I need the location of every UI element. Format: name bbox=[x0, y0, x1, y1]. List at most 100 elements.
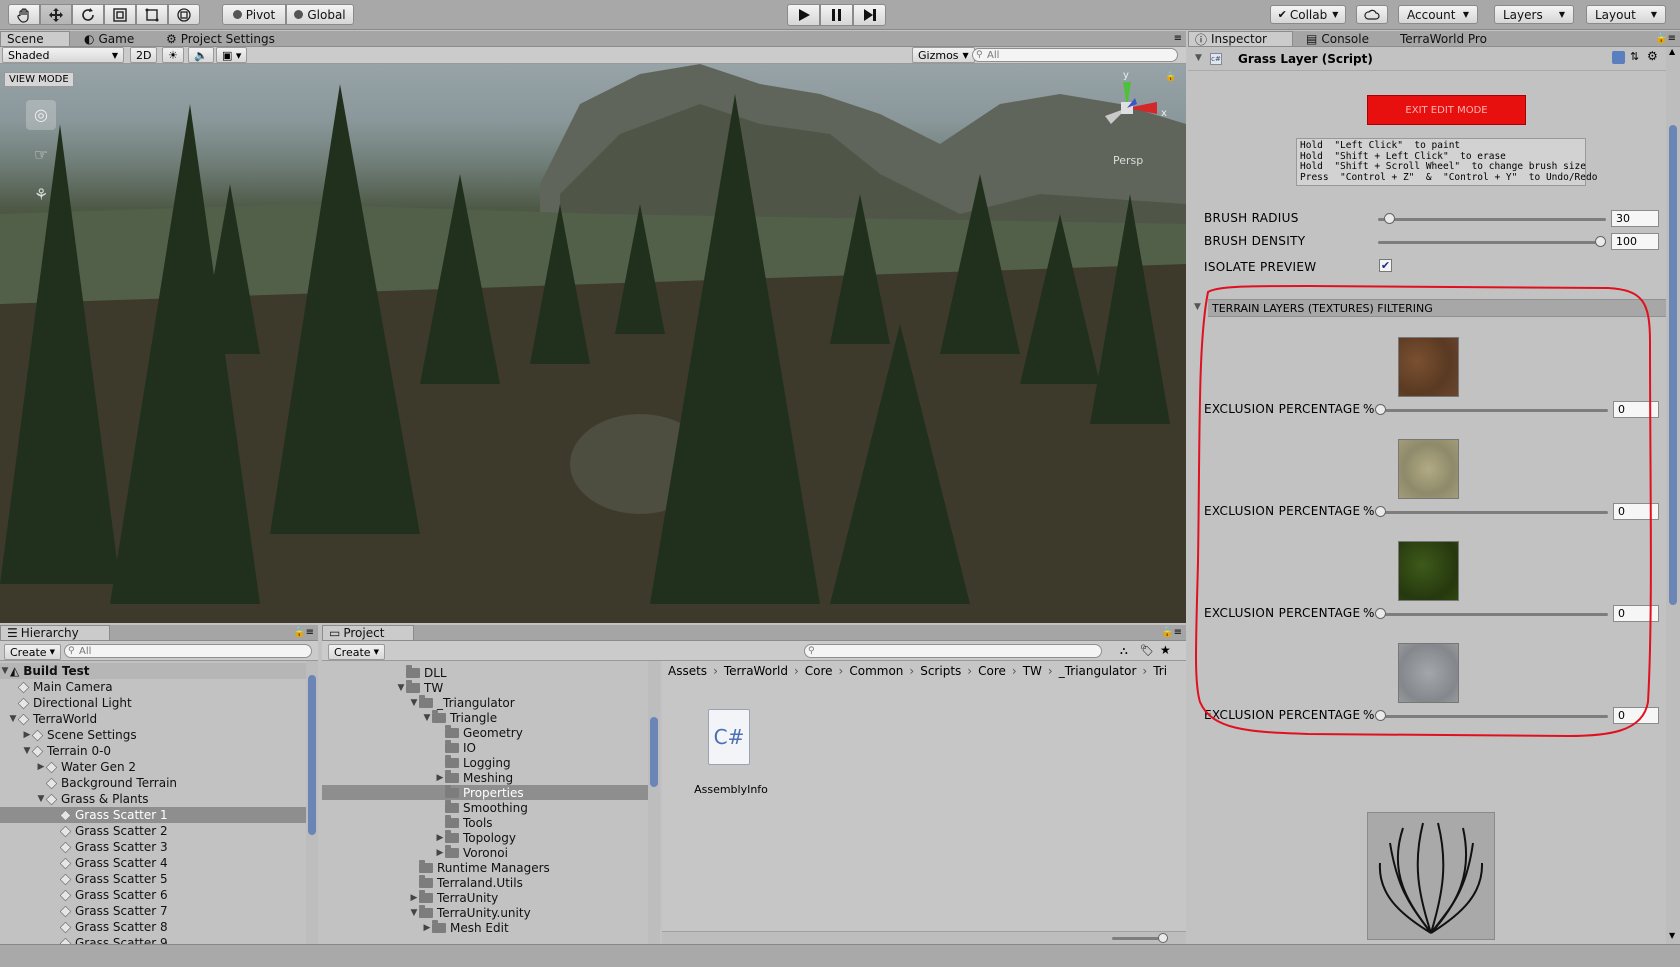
layers-dropdown[interactable]: Layers ▼ bbox=[1494, 5, 1574, 24]
tree-mode-icon[interactable]: ⚘ bbox=[26, 180, 56, 210]
brush-radius-input[interactable]: 30 bbox=[1611, 210, 1659, 227]
gizmos-dropdown[interactable]: Gizmos ▼ bbox=[912, 47, 975, 63]
asset-scrollbar[interactable] bbox=[662, 931, 1186, 944]
folder-tree-item[interactable]: ▶ TerraUnity bbox=[322, 889, 648, 905]
exclusion-slider-track[interactable] bbox=[1380, 409, 1608, 412]
folder-tree-item[interactable]: Geometry bbox=[322, 724, 648, 740]
scene-search-input[interactable]: ⚲ All bbox=[972, 48, 1178, 62]
component-header[interactable]: ▼ c# Grass Layer (Script) ⇅ ⚙ bbox=[1188, 47, 1666, 71]
tab-scene[interactable]: Scene bbox=[0, 31, 70, 46]
chevron-right-icon[interactable]: ▶ bbox=[435, 773, 445, 783]
chevron-down-icon[interactable]: ▼ bbox=[409, 908, 419, 918]
scene-root-row[interactable]: ▼ ◭ Build Test bbox=[0, 663, 306, 679]
effects-dropdown[interactable]: ▣ ▾ bbox=[216, 47, 248, 63]
asset-item[interactable]: C# AssemblyInfo bbox=[686, 709, 776, 805]
scroll-up-icon[interactable]: ▲ bbox=[1669, 47, 1675, 56]
folder-tree-item[interactable]: ▶ Meshing bbox=[322, 769, 648, 785]
hierarchy-item[interactable]: Grass Scatter 1 bbox=[0, 807, 306, 823]
scene-gizmo[interactable]: y x Persp 🔒 bbox=[1095, 68, 1176, 168]
project-create-dropdown[interactable]: Create ▼ bbox=[328, 644, 385, 660]
hierarchy-item[interactable]: Main Camera bbox=[0, 679, 306, 695]
exclusion-slider-knob[interactable] bbox=[1375, 404, 1386, 415]
hierarchy-scrollbar[interactable] bbox=[306, 661, 318, 944]
panel-menu-icon[interactable]: ≡ bbox=[1174, 33, 1182, 44]
filter-type-icon[interactable]: ⛬ bbox=[1120, 644, 1128, 658]
tab-project-settings[interactable]: ⚙ Project Settings bbox=[160, 31, 290, 46]
chevron-down-icon[interactable]: ▼ bbox=[409, 698, 419, 708]
chevron-right-icon[interactable]: ▶ bbox=[435, 848, 445, 858]
folder-tree-item[interactable]: ▶ Topology bbox=[322, 829, 648, 845]
exclusion-value-input[interactable]: 0 bbox=[1613, 605, 1659, 622]
folder-tree-item[interactable]: ▼ _Triangulator bbox=[322, 694, 648, 710]
lighting-toggle[interactable]: ☀ bbox=[162, 47, 184, 63]
breadcrumb-item[interactable]: Assets bbox=[668, 664, 707, 678]
hierarchy-item[interactable]: ▼ TerraWorld bbox=[0, 711, 306, 727]
hierarchy-item[interactable]: Grass Scatter 2 bbox=[0, 823, 306, 839]
hierarchy-item[interactable]: Grass Scatter 8 bbox=[0, 919, 306, 935]
audio-toggle[interactable]: 🔈 bbox=[188, 47, 214, 63]
project-tree-scrollbar[interactable] bbox=[648, 661, 660, 944]
breadcrumb-item[interactable]: Tri bbox=[1153, 664, 1167, 678]
folder-tree-item[interactable]: Properties bbox=[322, 784, 648, 800]
folder-tree-item[interactable]: ▼ TerraUnity.unity bbox=[322, 904, 648, 920]
tab-project[interactable]: ▭ Project bbox=[322, 625, 414, 640]
toggle-2d-button[interactable]: 2D bbox=[130, 47, 158, 63]
exclusion-value-input[interactable]: 0 bbox=[1613, 707, 1659, 724]
lock-icon[interactable]: 🔒 bbox=[1165, 72, 1176, 82]
hierarchy-item[interactable]: ▼ Terrain 0-0 bbox=[0, 743, 306, 759]
breadcrumb-item[interactable]: TerraWorld bbox=[724, 664, 788, 678]
help-book-icon[interactable] bbox=[1612, 51, 1625, 64]
pivot-toggle[interactable]: Pivot bbox=[222, 4, 286, 25]
folder-tree-item[interactable]: Tools bbox=[322, 814, 648, 830]
shading-dropdown[interactable]: Shaded ▼ bbox=[2, 47, 124, 63]
star-icon[interactable]: ★ bbox=[1160, 643, 1171, 657]
brush-density-track[interactable] bbox=[1378, 241, 1606, 244]
collab-dropdown[interactable]: ✔ Collab ▼ bbox=[1270, 5, 1346, 24]
hand-mode-icon[interactable]: ☞ bbox=[26, 140, 56, 170]
folder-tree-item[interactable]: ▶ Mesh Edit bbox=[322, 919, 648, 935]
exit-edit-mode-button[interactable]: EXIT EDIT MODE bbox=[1367, 95, 1526, 125]
breadcrumb-item[interactable]: TW bbox=[1023, 664, 1042, 678]
folder-tree-item[interactable]: Terraland.Utils bbox=[322, 874, 648, 890]
hierarchy-item[interactable]: ▶ Water Gen 2 bbox=[0, 759, 306, 775]
transform-tool-button[interactable] bbox=[168, 4, 200, 25]
folder-tree-item[interactable]: Smoothing bbox=[322, 799, 648, 815]
folder-tree-item[interactable]: Runtime Managers bbox=[322, 859, 648, 875]
layout-dropdown[interactable]: Layout ▼ bbox=[1586, 5, 1666, 24]
hierarchy-item[interactable]: Grass Scatter 7 bbox=[0, 903, 306, 919]
global-toggle[interactable]: Global bbox=[286, 4, 354, 25]
play-button[interactable] bbox=[787, 4, 820, 26]
breadcrumb-item[interactable]: Core bbox=[978, 664, 1006, 678]
brush-radius-knob[interactable] bbox=[1384, 213, 1396, 224]
breadcrumb-item[interactable]: Scripts bbox=[920, 664, 961, 678]
rect-tool-button[interactable] bbox=[136, 4, 168, 25]
tab-console[interactable]: ▤ Console bbox=[1300, 31, 1390, 46]
folder-tree-item[interactable]: IO bbox=[322, 739, 648, 755]
breadcrumb-item[interactable]: Common bbox=[849, 664, 903, 678]
account-dropdown[interactable]: Account ▼ bbox=[1398, 5, 1478, 24]
hierarchy-item[interactable]: Grass Scatter 4 bbox=[0, 855, 306, 871]
hierarchy-item[interactable]: ▼ Grass & Plants bbox=[0, 791, 306, 807]
inspector-scrollbar[interactable]: ▲ ▼ bbox=[1666, 47, 1680, 944]
chevron-right-icon[interactable]: ▶ bbox=[435, 833, 445, 843]
breadcrumb-item[interactable]: _Triangulator bbox=[1059, 664, 1137, 678]
asset-size-slider-knob[interactable] bbox=[1158, 933, 1168, 943]
inspector-scroll-thumb[interactable] bbox=[1669, 125, 1677, 605]
chevron-right-icon[interactable]: ▶ bbox=[409, 893, 419, 903]
tag-icon[interactable]: 🏷 bbox=[1140, 644, 1154, 657]
chevron-down-icon[interactable]: ▼ bbox=[422, 713, 432, 723]
hierarchy-scroll-thumb[interactable] bbox=[308, 675, 316, 835]
chevron-right-icon[interactable]: ▶ bbox=[422, 923, 432, 933]
hand-tool-button[interactable] bbox=[8, 4, 40, 25]
gear-icon[interactable]: ⚙ bbox=[1647, 49, 1658, 63]
panel-menu-icon[interactable]: 🔒≡ bbox=[1655, 33, 1676, 44]
folder-tree-item[interactable]: DLL bbox=[322, 664, 648, 680]
brush-radius-track[interactable] bbox=[1378, 218, 1606, 221]
folder-tree-item[interactable]: ▼ Triangle bbox=[322, 709, 648, 725]
panel-menu-icon[interactable]: 🔒≡ bbox=[1161, 627, 1182, 638]
rotate-tool-button[interactable] bbox=[72, 4, 104, 25]
hierarchy-item[interactable]: Grass Scatter 5 bbox=[0, 871, 306, 887]
tab-hierarchy[interactable]: ☰ Hierarchy bbox=[0, 625, 110, 640]
cloud-button[interactable] bbox=[1356, 5, 1388, 24]
folder-tree-item[interactable]: Logging bbox=[322, 754, 648, 770]
